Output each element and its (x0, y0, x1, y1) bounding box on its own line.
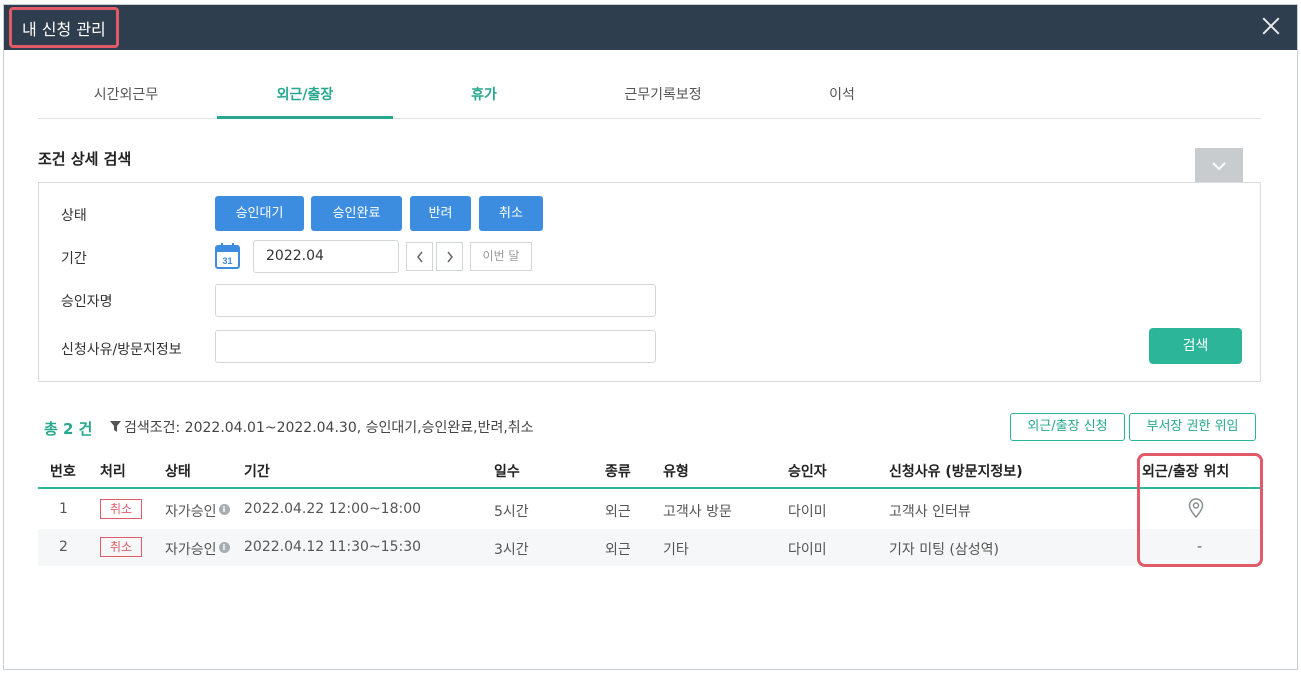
info-icon[interactable]: i (218, 542, 230, 553)
chevron-down-icon (1212, 161, 1226, 170)
table-row[interactable]: 2 취소 자가승인 i 2022.04.12 11:30~15:30 3시간 외근… (38, 529, 1261, 566)
this-month-button[interactable]: 이번 달 (470, 242, 532, 271)
cell-approver: 다이미 (788, 542, 827, 558)
filter-icon (110, 421, 121, 432)
header-type: 유형 (663, 464, 689, 480)
cell-status: 자가승인 i (165, 501, 230, 521)
close-icon[interactable] (1259, 14, 1283, 38)
status-pending-button[interactable]: 승인대기 (215, 196, 304, 231)
collapse-toggle-button[interactable] (1195, 148, 1243, 183)
cell-days: 5시간 (494, 504, 529, 520)
tab-bar: 시간외근무 외근/출장 휴가 근무기록보정 이석 (38, 76, 1261, 119)
next-month-button[interactable] (436, 242, 463, 271)
chevron-left-icon (416, 251, 423, 262)
info-icon[interactable]: i (218, 504, 230, 515)
cell-reason: 기자 미팅 (삼성역) (889, 542, 999, 558)
period-field[interactable]: 2022.04 (253, 240, 399, 273)
total-count: 총 2 건 (44, 420, 93, 438)
prev-month-button[interactable] (406, 242, 433, 271)
tab-away[interactable]: 이석 (754, 76, 930, 119)
cell-period: 2022.04.22 12:00~18:00 (244, 501, 422, 517)
header-action: 처리 (100, 464, 126, 480)
header-approver: 승인자 (788, 464, 827, 480)
cell-kind: 외근 (605, 542, 631, 558)
tab-vacation[interactable]: 휴가 (396, 76, 572, 119)
cancel-badge[interactable]: 취소 (100, 537, 142, 557)
status-cancelled-button[interactable]: 취소 (479, 196, 543, 231)
approver-label: 승인자명 (61, 294, 113, 310)
header-reason: 신청사유 (방문지정보) (889, 464, 1023, 480)
title-bar: 내 신청 관리 (4, 5, 1297, 50)
search-section-title: 조건 상세 검색 (38, 150, 132, 168)
window-title: 내 신청 관리 (22, 19, 106, 39)
cell-type: 기타 (663, 542, 689, 558)
search-button[interactable]: 검색 (1149, 328, 1242, 364)
chevron-right-icon (446, 251, 453, 262)
header-kind: 종류 (605, 464, 631, 480)
cell-days: 3시간 (494, 542, 529, 558)
header-days: 일수 (494, 464, 520, 480)
header-location: 외근/출장 위치 (1142, 464, 1230, 480)
status-label: 상태 (61, 208, 87, 224)
calendar-icon[interactable]: 31 (215, 242, 241, 270)
reason-label: 신청사유/방문지정보 (61, 342, 182, 358)
search-panel: 상태 승인대기 승인완료 반려 취소 기간 31 2022.04 이번 달 승인… (38, 182, 1261, 382)
status-text: 자가승인 (165, 504, 217, 520)
approver-input[interactable] (215, 284, 656, 317)
tab-outside-work[interactable]: 외근/출장 (217, 76, 393, 119)
cell-status: 자가승인 i (165, 539, 230, 559)
header-status: 상태 (165, 464, 191, 480)
cell-location: - (1197, 539, 1203, 555)
table-header: 번호 처리 상태 기간 일수 종류 유형 승인자 신청사유 (방문지정보) 외근… (38, 453, 1261, 489)
map-pin-icon[interactable] (1188, 498, 1204, 518)
cell-approver: 다이미 (788, 504, 827, 520)
delegate-authority-button[interactable]: 부서장 권한 위임 (1129, 413, 1256, 441)
tab-attendance-correction[interactable]: 근무기록보정 (575, 76, 751, 119)
title-highlight: 내 신청 관리 (9, 7, 119, 48)
filter-conditions: 검색조건: 2022.04.01~2022.04.30, 승인대기,승인완료,반… (124, 420, 534, 436)
cell-reason: 고객사 인터뷰 (889, 504, 971, 520)
cell-kind: 외근 (605, 504, 631, 520)
reason-input[interactable] (215, 330, 656, 363)
calendar-day-text: 31 (222, 256, 232, 266)
header-no: 번호 (50, 464, 76, 480)
my-requests-window: 내 신청 관리 시간외근무 외근/출장 휴가 근무기록보정 이석 조건 상세 검… (3, 4, 1298, 670)
header-period: 기간 (244, 464, 270, 480)
status-text: 자가승인 (165, 542, 217, 558)
table-row[interactable]: 1 취소 자가승인 i 2022.04.22 12:00~18:00 5시간 외근… (38, 491, 1261, 528)
tab-overtime[interactable]: 시간외근무 (38, 76, 214, 119)
apply-outside-work-button[interactable]: 외근/출장 신청 (1010, 413, 1125, 441)
cell-no: 2 (59, 539, 68, 555)
cell-period: 2022.04.12 11:30~15:30 (244, 539, 422, 555)
cell-no: 1 (59, 501, 68, 517)
cancel-badge[interactable]: 취소 (100, 499, 142, 519)
status-rejected-button[interactable]: 반려 (410, 196, 471, 231)
period-label: 기간 (61, 251, 87, 267)
status-approved-button[interactable]: 승인완료 (311, 196, 402, 231)
cell-type: 고객사 방문 (663, 504, 732, 520)
